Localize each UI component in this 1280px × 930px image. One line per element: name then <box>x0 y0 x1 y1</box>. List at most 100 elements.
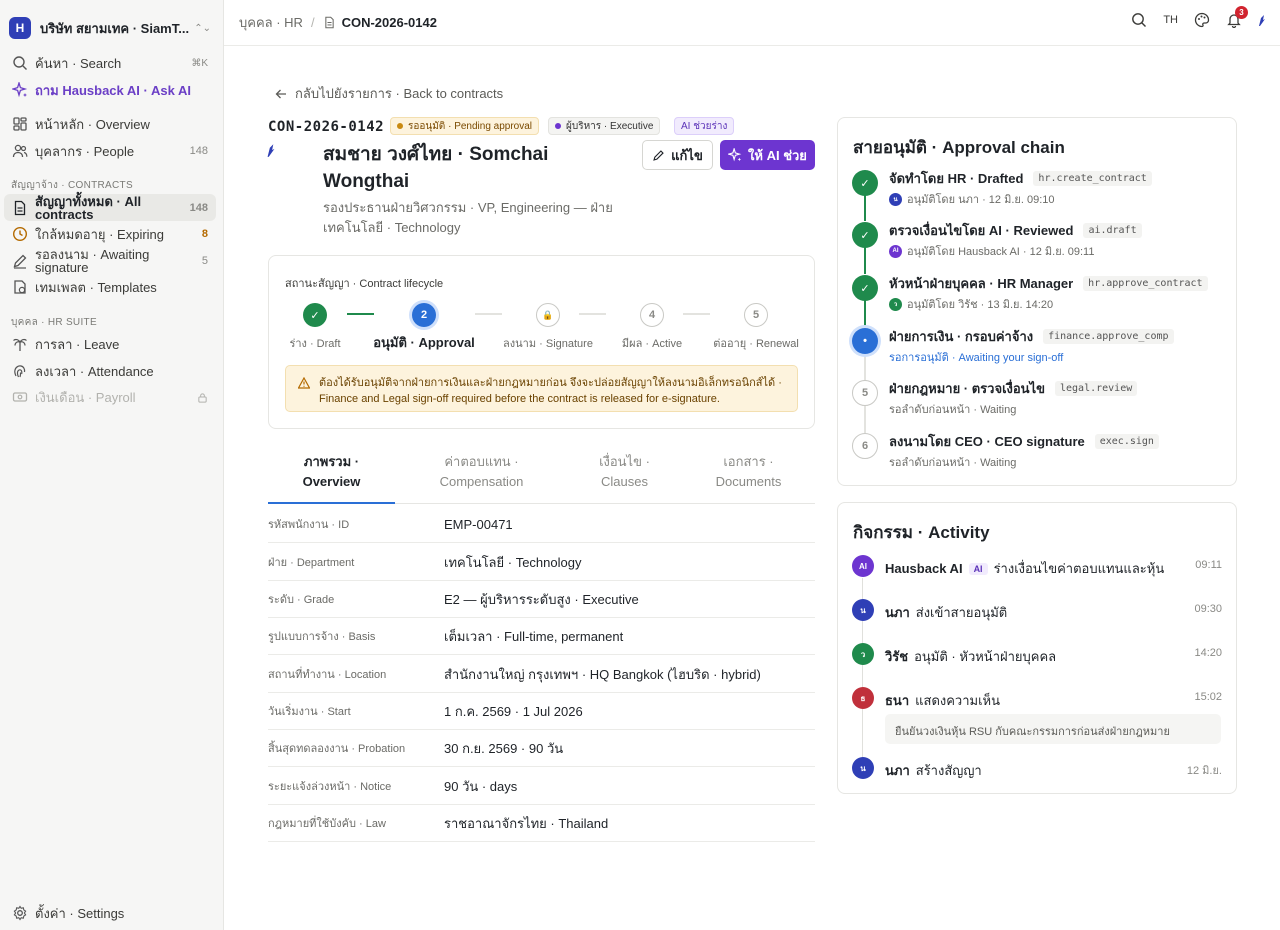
sidebar-item-expiring[interactable]: ใกล้หมดอายุ · Expiring 8 <box>4 224 216 244</box>
avatar: AI <box>852 555 874 577</box>
detail-row-probation: สิ้นสุดทดลองงาน · Probation 30 ก.ย. 2569 … <box>268 730 815 767</box>
employee-role: รองประธานฝ่ายวิศวกรรม · VP, Engineering … <box>323 200 613 235</box>
tab-label-th: ค่าตอบแทน · <box>444 454 519 469</box>
approval-step-status: อนุมัติโดย นภา · 12 มิ.ย. 09:10 <box>907 194 1055 206</box>
permission-code: ai.draft <box>1083 223 1142 238</box>
lock-icon <box>198 392 207 403</box>
workspace-switcher[interactable]: H บริษัท สยามเทค · SiamT... ⌃⌄ <box>9 16 215 40</box>
fingerprint-icon <box>14 365 26 378</box>
avatar: ว <box>889 297 902 311</box>
sidebar-item-label: ใกล้หมดอายุ · Expiring <box>35 226 165 242</box>
topbar: บุคคล · HR / CON-2026-0142 TH 3 <box>224 0 1280 46</box>
tab-label-th: ภาพรวม · <box>303 454 360 469</box>
users-icon <box>12 144 28 158</box>
step-label: มีผล · Active <box>621 338 683 350</box>
step-number: 2 <box>412 303 436 327</box>
sidebar-item-settings[interactable]: ตั้งค่า · Settings <box>4 903 216 923</box>
chain-connector <box>864 194 866 221</box>
workspace-logo: H <box>9 17 31 39</box>
warning-icon <box>298 377 310 389</box>
tab-label-en: Clauses <box>601 474 648 489</box>
tab-label-en: Compensation <box>439 474 524 489</box>
detail-value: 1 ก.ค. 2569 · 1 Jul 2026 <box>444 703 583 719</box>
language-toggle[interactable]: TH <box>1163 14 1178 26</box>
breadcrumb-parent[interactable]: บุคคล · HR <box>239 12 303 33</box>
detail-key: ระดับ · Grade <box>268 594 335 606</box>
permission-code: legal.review <box>1055 381 1138 396</box>
permission-code: exec.sign <box>1094 434 1159 449</box>
search-icon[interactable] <box>1131 12 1147 28</box>
step-number: 4 <box>640 303 664 327</box>
detail-key: กฎหมายที่ใช้บังคับ · Law <box>268 818 386 830</box>
sidebar-item-label: เทมเพลต · Templates <box>35 279 157 295</box>
tab-compensation[interactable]: ค่าตอบแทน · Compensation <box>418 452 545 504</box>
chain-connector <box>864 406 866 433</box>
tab-documents[interactable]: เอกสาร · Documents <box>685 452 812 504</box>
back-to-contracts-link[interactable]: กลับไปยังรายการ · Back to contracts <box>275 83 503 104</box>
step-label: ร่าง · Draft <box>289 338 341 350</box>
edit-button[interactable]: แก้ไข <box>642 140 713 170</box>
detail-key: รหัสพนักงาน · ID <box>268 519 350 531</box>
approval-step-status: อนุมัติโดย Hausback AI · 12 มิ.ย. 09:11 <box>907 246 1095 258</box>
tab-label-th: เงื่อนไข · <box>599 454 650 469</box>
sidebar-item-label: ลงเวลา · Attendance <box>35 363 154 379</box>
lifecycle-step-approval: 2 อนุมัติ · Approval <box>369 303 479 353</box>
permission-code: hr.approve_contract <box>1083 276 1208 291</box>
activity-text: แสดงความเห็น <box>915 693 1000 708</box>
sidebar-item-people[interactable]: บุคลากร · People 148 <box>4 141 216 161</box>
approval-step-title: หัวหน้าฝ่ายบุคคล · HR Manager <box>889 276 1074 291</box>
detail-key: สิ้นสุดทดลองงาน · Probation <box>268 743 406 755</box>
palette-icon[interactable] <box>1194 12 1210 28</box>
search-icon <box>13 56 27 70</box>
tab-clauses[interactable]: เงื่อนไข · Clauses <box>561 452 688 504</box>
tab-overview[interactable]: ภาพรวม · Overview <box>268 452 395 504</box>
contract-id: CON-2026-0142 <box>268 119 385 135</box>
sidebar-search[interactable]: ค้นหา · Search ⌘K <box>4 53 216 73</box>
lock-icon: 🔒 <box>536 303 560 327</box>
avatar: น <box>852 599 874 621</box>
sidebar-item-awaiting-signature[interactable]: รอลงนาม · Awaiting signature 5 <box>4 247 216 275</box>
avatar: ธ <box>852 687 874 709</box>
sidebar-item-attendance[interactable]: ลงเวลา · Attendance <box>4 361 216 381</box>
grade-badge-label: ผู้บริหาร · Executive <box>566 120 654 132</box>
permission-code: finance.approve_comp <box>1043 329 1174 344</box>
sidebar-item-overview[interactable]: หน้าหลัก · Overview <box>4 114 216 134</box>
hr-section-label: บุคคล · HR SUITE <box>11 317 97 328</box>
grid-icon <box>13 117 27 131</box>
tab-label-en: Documents <box>715 474 782 489</box>
sidebar-item-leave[interactable]: การลา · Leave <box>4 334 216 354</box>
detail-key: ฝ่าย · Department <box>268 557 355 569</box>
approval-step-title: ลงนามโดย CEO · CEO signature <box>889 434 1085 449</box>
detail-value: เทคโนโลยี · Technology <box>444 554 582 570</box>
gear-icon <box>13 905 27 921</box>
activity-text: อนุมัติ · หัวหน้าฝ่ายบุคคล <box>914 649 1057 664</box>
status-badge-label: รออนุมัติ · Pending approval <box>408 120 533 132</box>
check-icon: ✓ <box>852 275 878 301</box>
ask-ai-button-label: ให้ AI ช่วย <box>748 147 807 163</box>
permission-code: hr.create_contract <box>1033 171 1152 186</box>
activity-comment: ยืนยันวงเงินหุ้น RSU กับคณะกรรมการก่อนส่… <box>885 714 1221 744</box>
activity-actor: นภา <box>885 605 910 620</box>
brand-mark-icon[interactable] <box>1258 13 1266 27</box>
avatar: น <box>852 757 874 779</box>
notifications-button[interactable]: 3 <box>1226 6 1248 28</box>
chain-connector <box>864 300 866 327</box>
lifecycle-step-active: 4 มีผล · Active <box>597 303 707 352</box>
breadcrumb-current: CON-2026-0142 <box>323 15 437 30</box>
sidebar-item-templates[interactable]: เทมเพลต · Templates <box>4 277 216 297</box>
activity-actor: นภา <box>885 763 910 778</box>
approval-chain-title: สายอนุมัติ · Approval chain <box>853 138 1065 157</box>
step-label: ลงนาม · Signature <box>503 338 593 350</box>
topbar-actions: TH 3 <box>1131 6 1266 28</box>
activity-actor: ธนา <box>885 693 910 708</box>
avatar: AI <box>889 244 902 258</box>
signoff-warning: ต้องได้รับอนุมัติจากฝ่ายการเงินและฝ่ายกฎ… <box>285 365 798 412</box>
ask-ai-button[interactable]: ให้ AI ช่วย <box>720 140 815 170</box>
sidebar-item-all-contracts[interactable]: สัญญาทั้งหมด · All contracts 148 <box>4 194 216 221</box>
approval-step-title: ตรวจเงื่อนไขโดย AI · Reviewed <box>889 223 1074 238</box>
brand-mark-icon <box>267 144 275 157</box>
sidebar-item-ask-ai[interactable]: ถาม Hausback AI · Ask AI <box>4 80 216 100</box>
notification-count: 3 <box>1235 6 1248 19</box>
approval-step-title: จัดทำโดย HR · Drafted <box>889 171 1024 186</box>
detail-row-location: สถานที่ทำงาน · Location สำนักงานใหญ่ กรุง… <box>268 656 815 693</box>
